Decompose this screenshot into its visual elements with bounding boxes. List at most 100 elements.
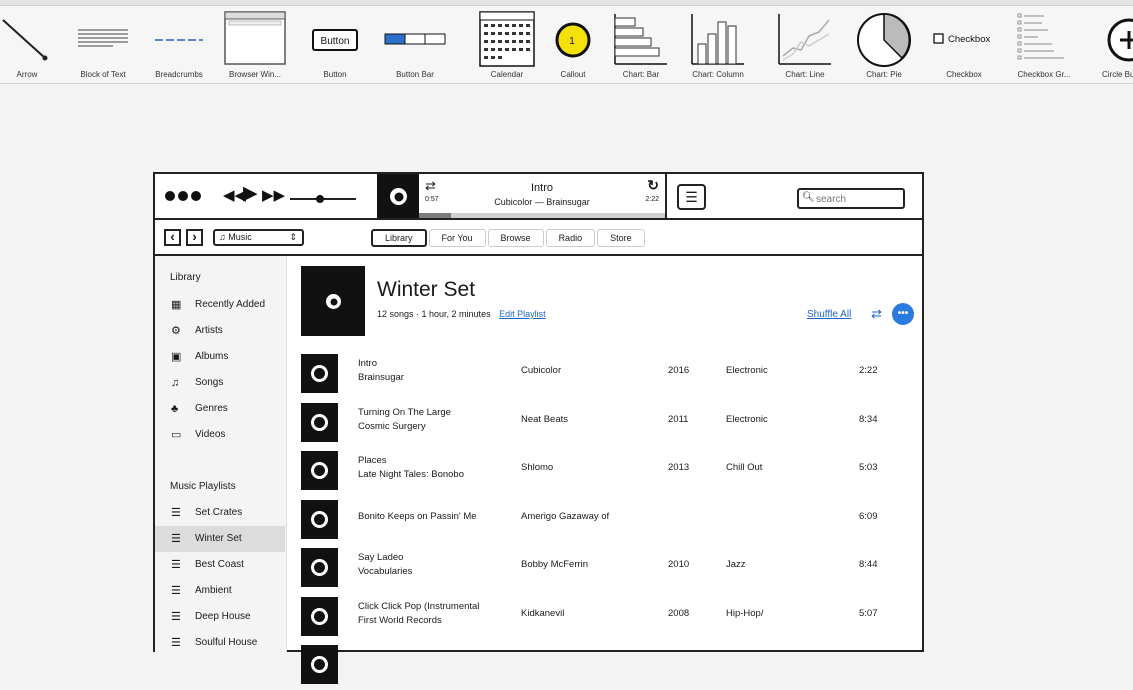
tab-radio[interactable]: Radio	[545, 229, 596, 247]
song-year: 2013	[668, 462, 690, 473]
song-row[interactable]: Places Late Night Tales: Bonobo Shlomo 2013…	[288, 448, 922, 496]
song-year: 2016	[668, 365, 690, 376]
arrow-thumbnail	[2, 19, 48, 61]
sidebar-item-recently-added[interactable]: ▦ Recently Added	[155, 292, 285, 318]
library-item-chart-bar[interactable]: Chart: Bar	[602, 8, 680, 82]
playlist-view: Winter Set 12 songs · 1 hour, 2 minutes …	[288, 256, 922, 684]
song-album: Vocabularies	[358, 566, 413, 577]
media-source-value: Music	[228, 232, 252, 242]
library-item-chart-pie[interactable]: Chart: Pie	[845, 8, 923, 82]
track-artist: Cubicolor — Brainsugar	[494, 197, 590, 207]
component-library-strip: Arrow Block of Text Breadcrumbs Browser …	[0, 0, 1133, 84]
up-next-button[interactable]: ☰	[677, 184, 706, 210]
more-options-button[interactable]: •••	[892, 303, 914, 325]
tab-browse[interactable]: Browse	[487, 229, 544, 247]
sidebar-item-label: Winter Set	[195, 533, 242, 544]
pie-chart-thumbnail	[857, 13, 911, 67]
calendar-thumbnail	[479, 11, 535, 67]
song-title: Turning On The Large	[358, 406, 451, 418]
library-item-breadcrumbs[interactable]: Breadcrumbs	[140, 8, 218, 82]
sidebar-item-winter-set[interactable]: ☰ Winter Set	[155, 526, 285, 552]
song-duration: 5:07	[859, 607, 878, 619]
list-icon: ☰	[685, 189, 698, 205]
line-chart-thumbnail	[778, 14, 831, 65]
library-top-scrollbar[interactable]	[0, 0, 1133, 6]
bar-chart-thumbnail	[614, 14, 667, 65]
music-note-icon: ♫	[171, 377, 180, 389]
window-controls[interactable]	[165, 191, 201, 201]
library-item-arrow[interactable]: Arrow	[0, 8, 66, 82]
sidebar-item-deep-house[interactable]: ☰ Deep House	[155, 604, 285, 630]
library-item-button[interactable]: Button Button	[296, 8, 374, 82]
search-box[interactable]: 🔍︎	[797, 188, 905, 209]
library-item-label: Chart: Line	[785, 70, 825, 79]
playlist-artwork	[301, 266, 365, 336]
sidebar-item-ambient[interactable]: ☰ Ambient	[155, 578, 285, 604]
music-note-icon: ♫	[219, 232, 226, 242]
song-year: 2008	[668, 607, 690, 619]
song-row[interactable]: Turning On The Large Cosmic Surgery Neat B…	[288, 400, 922, 448]
sidebar-item-set-crates[interactable]: ☰ Set Crates	[155, 500, 285, 526]
disc-icon	[311, 510, 328, 528]
library-item-chart-line[interactable]: Chart: Line	[766, 8, 844, 82]
song-row[interactable]: Click Click Pop (Instrumental First World…	[288, 594, 922, 642]
media-source-select[interactable]: ♫ Music ⇕	[213, 229, 304, 246]
track-progress-bar[interactable]	[419, 213, 665, 218]
button-thumbnail-text: Button	[321, 36, 350, 47]
edit-playlist-link[interactable]: Edit Playlist	[499, 309, 546, 319]
song-genre: Hip-Hop/	[726, 607, 764, 619]
song-artwork	[301, 499, 338, 539]
shuffle-icon[interactable]: ⇄	[871, 306, 882, 322]
song-duration: 8:44	[859, 559, 878, 570]
play-icon[interactable]: ▶	[243, 184, 258, 203]
remaining-time: 2:22	[645, 196, 659, 203]
sidebar-item-videos[interactable]: ▭ Videos	[155, 422, 285, 448]
sidebar-item-label: Genres	[195, 403, 228, 414]
checkbox-thumbnail: Checkbox	[933, 33, 990, 45]
song-row[interactable]: Bonito Keeps on Passin' Me Amerigo Gazawa…	[288, 497, 922, 545]
song-row[interactable]	[288, 642, 922, 690]
playlist-icon: ☰	[171, 533, 181, 545]
fast-forward-icon[interactable]: ▶▶	[262, 187, 285, 205]
sidebar-item-genres[interactable]: ♣ Genres	[155, 396, 285, 422]
shuffle-all-link[interactable]: Shuffle All	[807, 309, 851, 320]
sidebar-item-label: Albums	[195, 351, 229, 362]
button-bar-thumbnail	[384, 33, 446, 45]
library-item-label: Checkbox Gr...	[1017, 70, 1071, 79]
sidebar-item-best-coast[interactable]: ☰ Best Coast	[155, 552, 285, 578]
sidebar-item-soulful-house[interactable]: ☰ Soulful House	[155, 630, 285, 656]
repeat-icon[interactable]: ↻	[647, 177, 659, 194]
library-item-circle-button[interactable]: Circle Bu...	[1080, 8, 1133, 82]
library-item-browser-window[interactable]: Browser Win...	[216, 8, 294, 82]
chevron-left-icon: ‹	[170, 229, 175, 244]
tab-for-you[interactable]: For You	[428, 229, 486, 247]
forward-button[interactable]: ›	[186, 229, 203, 246]
sidebar-item-artists[interactable]: ⚙︎ Artists	[155, 318, 285, 344]
library-item-button-bar[interactable]: Button Bar	[376, 8, 454, 82]
checkbox-group-thumbnail	[1017, 13, 1064, 60]
disc-icon	[311, 559, 328, 576]
song-row[interactable]: Say Ladeo Vocabularies Bobby McFerrin 2010 J…	[288, 545, 922, 593]
search-input[interactable]	[816, 192, 901, 206]
sidebar-item-label: Deep House	[195, 611, 251, 622]
song-row[interactable]: Intro Brainsugar Cubicolor 2016 Electronic 2:…	[288, 351, 922, 399]
song-genre: Electronic	[726, 413, 768, 425]
disc-icon	[311, 413, 328, 431]
playlist-icon: ☰	[171, 637, 181, 649]
circle-button-thumbnail	[1107, 18, 1133, 62]
song-year: 2010	[668, 559, 690, 570]
sidebar-item-label: Best Coast	[195, 559, 244, 570]
library-item-block-of-text[interactable]: Block of Text	[64, 8, 142, 82]
tab-store[interactable]: Store	[597, 229, 645, 247]
library-item-checkbox[interactable]: Checkbox Checkbox	[925, 8, 1003, 82]
library-item-checkbox-group[interactable]: Checkbox Gr...	[1005, 8, 1083, 82]
library-item-callout[interactable]: 1 Callout	[534, 8, 612, 82]
section-tabs: Library For You Browse Radio Store	[371, 229, 647, 247]
tab-library[interactable]: Library	[371, 229, 427, 247]
library-item-chart-column[interactable]: Chart: Column	[679, 8, 757, 82]
volume-slider[interactable]	[290, 195, 356, 203]
volume-knob[interactable]	[315, 195, 324, 203]
sidebar-item-songs[interactable]: ♫ Songs	[155, 370, 285, 396]
back-button[interactable]: ‹	[164, 229, 181, 246]
sidebar-item-albums[interactable]: ▣ Albums	[155, 344, 285, 370]
